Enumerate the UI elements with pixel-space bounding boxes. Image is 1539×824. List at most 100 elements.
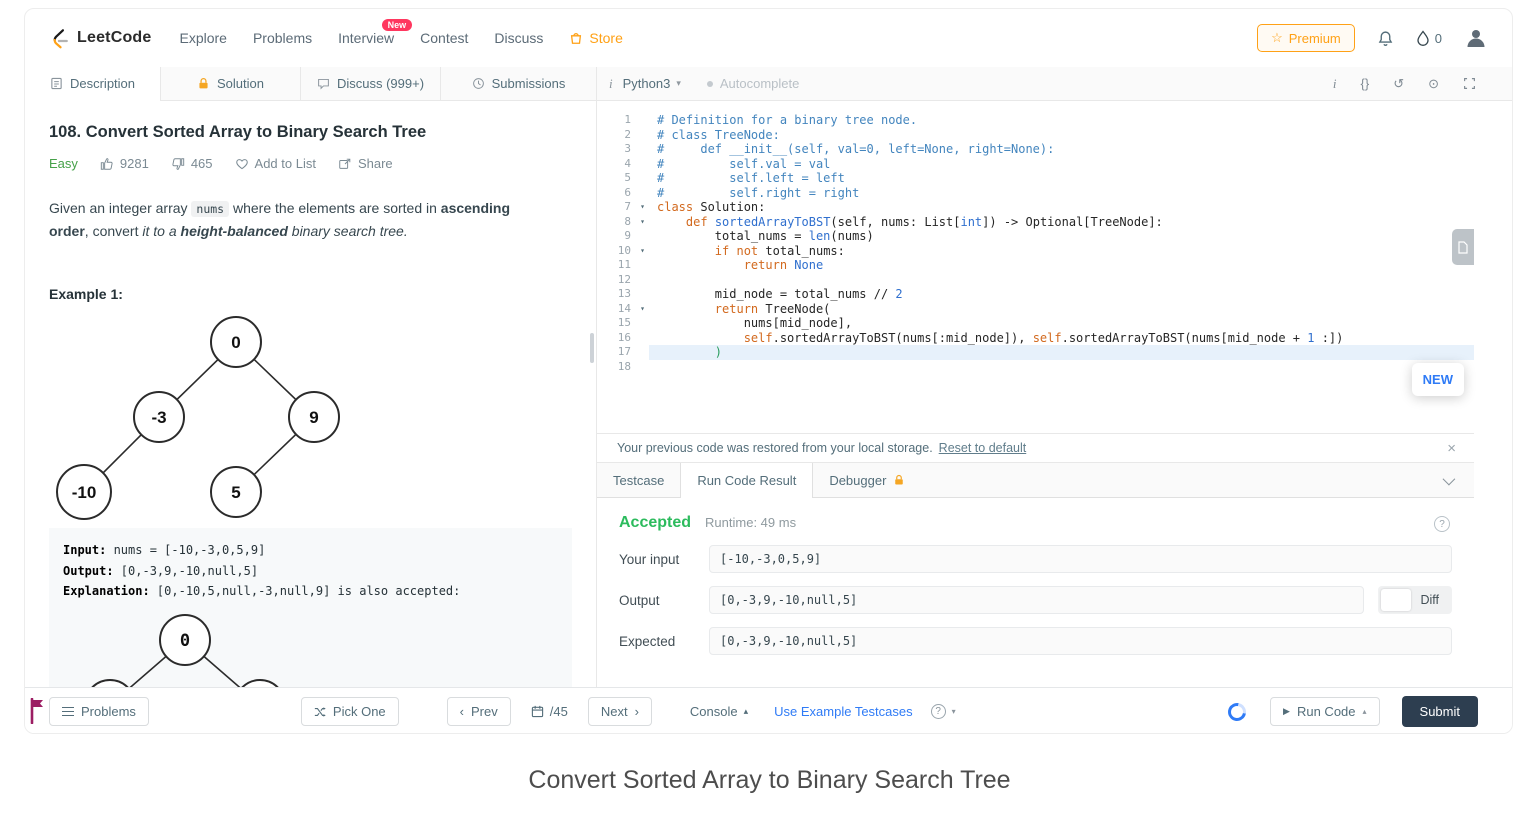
gutter-line[interactable]: 3 xyxy=(597,142,649,157)
code-line[interactable] xyxy=(649,360,1474,375)
gutter-line[interactable]: 4 xyxy=(597,157,649,172)
gutter-line[interactable]: 13 xyxy=(597,287,649,302)
gutter-line[interactable]: 1 xyxy=(597,113,649,128)
editor-toolbar: i Python3 ▾ Autocomplete i {} ↺ ⊙ xyxy=(597,67,1512,101)
user-avatar[interactable] xyxy=(1464,26,1488,50)
new-feature-badge[interactable]: NEW xyxy=(1412,363,1464,396)
nav-problems[interactable]: Problems xyxy=(253,30,312,46)
alternate-tree-diagram: 0 xyxy=(63,612,363,687)
gutter-line[interactable]: 16 xyxy=(597,331,649,346)
dislike-button[interactable]: 465 xyxy=(171,156,213,171)
info-icon[interactable]: i xyxy=(1333,76,1337,92)
example-heading: Example 1: xyxy=(49,286,572,302)
language-selector[interactable]: Python3 xyxy=(623,76,671,91)
code-line[interactable]: return None xyxy=(649,258,1474,273)
gutter-line[interactable]: 12 xyxy=(597,273,649,288)
lock-icon xyxy=(197,77,210,90)
close-icon[interactable]: × xyxy=(1447,440,1456,457)
code-line[interactable]: # self.right = right xyxy=(649,186,1474,201)
reset-to-default-link[interactable]: Reset to default xyxy=(939,441,1027,455)
code-line[interactable]: self.sortedArrayToBST(nums[:mid_node]), … xyxy=(649,331,1474,346)
collapse-panel-icon[interactable] xyxy=(1443,472,1456,485)
chevron-down-icon[interactable]: ▾ xyxy=(676,78,681,89)
add-to-list-button[interactable]: Add to List xyxy=(235,156,316,171)
like-button[interactable]: 9281 xyxy=(100,156,149,171)
fold-arrow-icon[interactable]: ▾ xyxy=(640,302,645,317)
code-line[interactable]: # Definition for a binary tree node. xyxy=(649,113,1474,128)
gutter-line[interactable]: 9 xyxy=(597,229,649,244)
gutter-line[interactable]: 10▾ xyxy=(597,244,649,259)
left-panel-scrollbar[interactable] xyxy=(590,333,594,363)
code-line[interactable]: nums[mid_node], xyxy=(649,316,1474,331)
fold-arrow-icon[interactable]: ▾ xyxy=(640,215,645,230)
tree-node-9: 9 xyxy=(309,408,318,427)
code-line[interactable]: return TreeNode( xyxy=(649,302,1474,317)
code-editor[interactable]: 1234567▾8▾910▾11121314▾15161718 # Defini… xyxy=(597,101,1474,433)
daily-streak[interactable]: 0 xyxy=(1416,30,1442,46)
thumbs-down-icon xyxy=(171,157,185,171)
editor-code[interactable]: # Definition for a binary tree node.# cl… xyxy=(649,113,1474,433)
code-line[interactable]: ) xyxy=(649,345,1474,360)
notifications-bell-icon[interactable] xyxy=(1377,30,1394,47)
testcase-help[interactable]: ? ▾ xyxy=(931,704,956,719)
format-braces-icon[interactable]: {} xyxy=(1361,76,1370,91)
gutter-line[interactable]: 5 xyxy=(597,171,649,186)
gutter-line[interactable]: 6 xyxy=(597,186,649,201)
tab-description[interactable]: Description xyxy=(25,67,161,100)
tab-discuss[interactable]: Discuss (999+) xyxy=(301,67,441,100)
nav-explore[interactable]: Explore xyxy=(180,30,227,46)
code-line[interactable]: def sortedArrayToBST(self, nums: List[in… xyxy=(649,215,1474,230)
problems-list-button[interactable]: Problems xyxy=(49,697,149,726)
console-toggle[interactable]: Console ▴ xyxy=(690,704,748,719)
leetcode-logo[interactable]: LeetCode xyxy=(49,27,152,49)
gutter-line[interactable]: 7▾ xyxy=(597,200,649,215)
tab-debugger[interactable]: Debugger xyxy=(813,463,921,497)
gutter-line[interactable]: 8▾ xyxy=(597,215,649,230)
diff-toggle[interactable]: Diff xyxy=(1378,586,1452,614)
fullscreen-icon[interactable] xyxy=(1463,77,1476,90)
premium-button[interactable]: ☆ Premium xyxy=(1257,24,1355,52)
gutter-line[interactable]: 15 xyxy=(597,316,649,331)
tab-solution[interactable]: Solution xyxy=(161,67,301,100)
reset-code-icon[interactable]: ↺ xyxy=(1393,76,1404,92)
run-result-body: Accepted Runtime: 49 ms ? Your input [-1… xyxy=(597,498,1474,687)
code-line[interactable]: # self.left = left xyxy=(649,171,1474,186)
tab-run-code-result[interactable]: Run Code Result xyxy=(680,463,813,497)
output-value: [0,-3,9,-10,null,5] xyxy=(709,586,1364,614)
share-button[interactable]: Share xyxy=(338,156,393,171)
fold-arrow-icon[interactable]: ▾ xyxy=(640,244,645,259)
your-input-value[interactable]: [-10,-3,0,5,9] xyxy=(709,545,1452,573)
nav-interview[interactable]: Interview New xyxy=(338,30,394,46)
caret-down-icon: ▾ xyxy=(952,707,956,716)
pick-one-button[interactable]: Pick One xyxy=(301,697,399,726)
code-line[interactable]: # self.val = val xyxy=(649,157,1474,172)
gutter-line[interactable]: 11 xyxy=(597,258,649,273)
nav-contest[interactable]: Contest xyxy=(420,30,468,46)
tab-submissions[interactable]: Submissions xyxy=(441,67,597,100)
help-icon[interactable]: ? xyxy=(1434,516,1450,532)
tab-testcase[interactable]: Testcase xyxy=(597,463,680,497)
fold-arrow-icon[interactable]: ▾ xyxy=(640,200,645,215)
gutter-line[interactable]: 14▾ xyxy=(597,302,649,317)
gutter-line[interactable]: 2 xyxy=(597,128,649,143)
nav-discuss[interactable]: Discuss xyxy=(494,30,543,46)
autocomplete-toggle[interactable]: Autocomplete xyxy=(707,76,800,91)
run-code-button[interactable]: ▶ Run Code ▴ xyxy=(1270,697,1379,726)
submit-button[interactable]: Submit xyxy=(1402,696,1478,727)
code-line[interactable]: mid_node = total_nums // 2 xyxy=(649,287,1474,302)
nav-store[interactable]: Store xyxy=(569,30,622,46)
code-line[interactable]: # class TreeNode: xyxy=(649,128,1474,143)
use-example-testcases-link[interactable]: Use Example Testcases xyxy=(774,704,913,719)
next-button[interactable]: Next › xyxy=(588,697,652,726)
code-line[interactable]: if not total_nums: xyxy=(649,244,1474,259)
gutter-line[interactable]: 17 xyxy=(597,345,649,360)
gutter-line[interactable]: 18 xyxy=(597,360,649,375)
code-line[interactable] xyxy=(649,273,1474,288)
daily-challenge-counter[interactable]: /45 xyxy=(531,704,568,719)
code-line[interactable]: # def __init__(self, val=0, left=None, r… xyxy=(649,142,1474,157)
code-line[interactable]: total_nums = len(nums) xyxy=(649,229,1474,244)
code-line[interactable]: class Solution: xyxy=(649,200,1474,215)
editor-side-widget[interactable] xyxy=(1452,229,1474,265)
settings-icon[interactable]: ⊙ xyxy=(1428,76,1439,92)
prev-button[interactable]: ‹ Prev xyxy=(447,697,511,726)
